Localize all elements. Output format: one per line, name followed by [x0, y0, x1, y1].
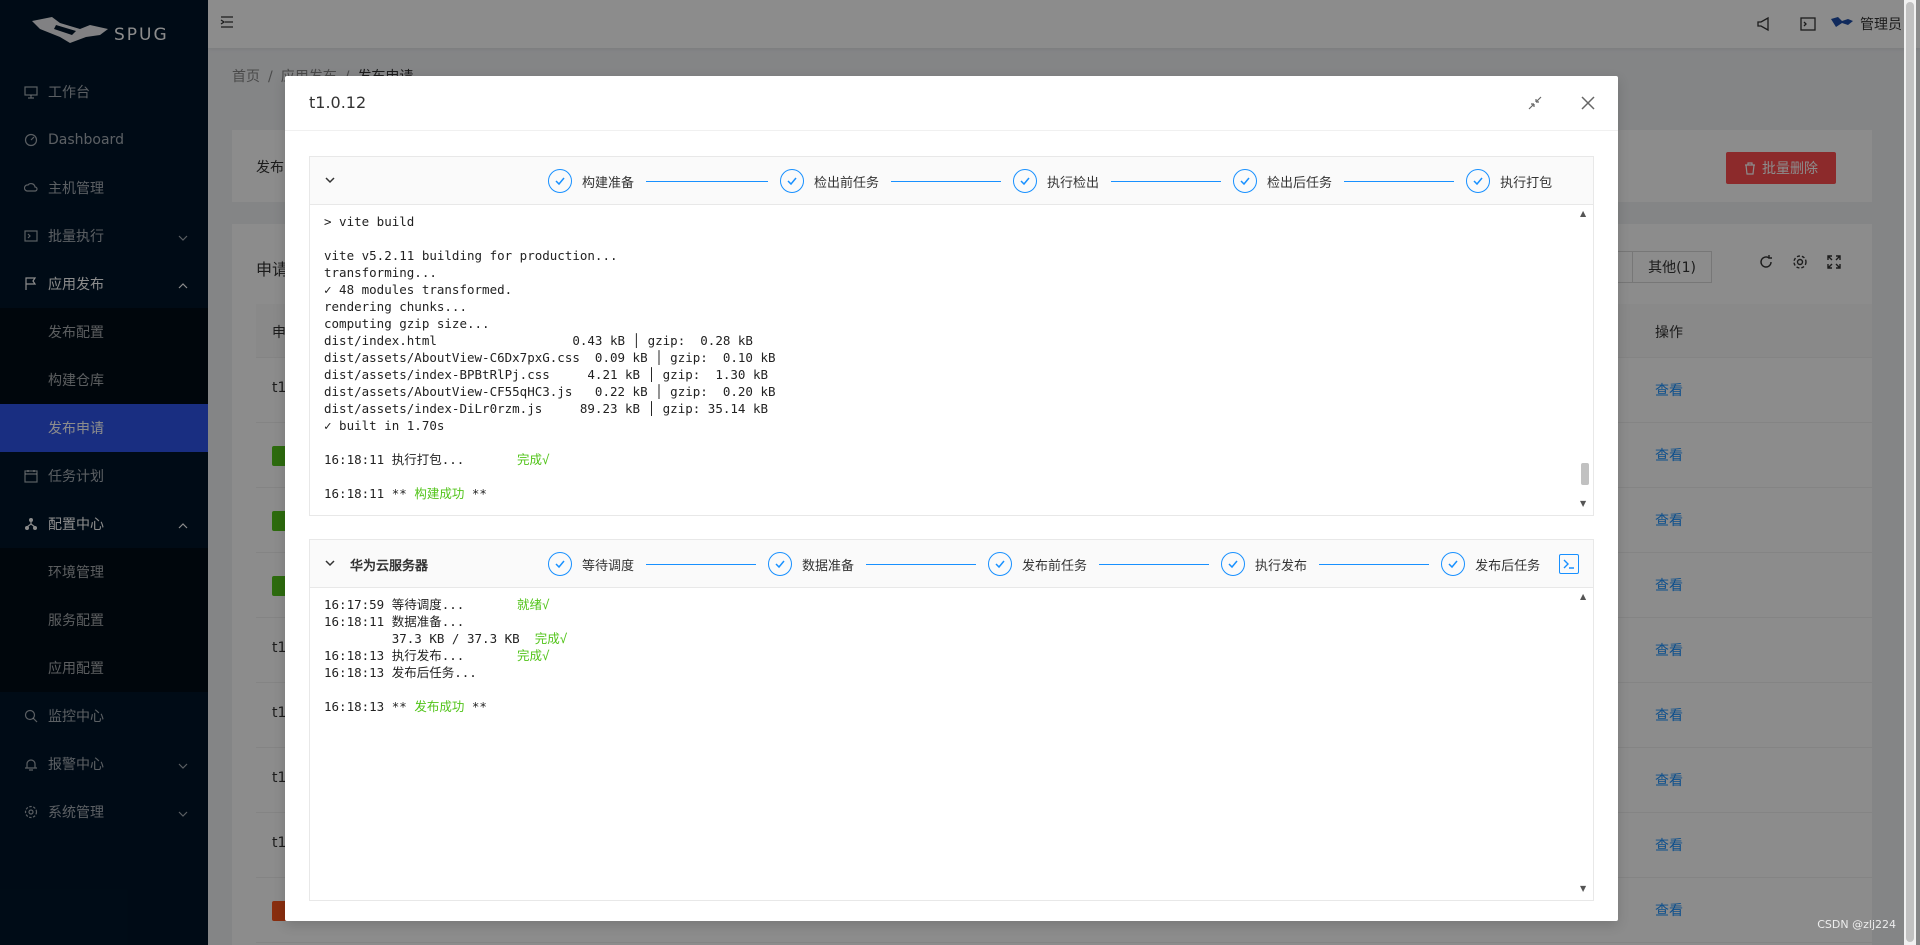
step-connector [1099, 563, 1210, 565]
check-icon [1441, 552, 1466, 576]
log-line: ✓ built in 1.70s [324, 418, 445, 433]
step-item: 执行检出 [1013, 169, 1099, 193]
step-item: 数据准备 [768, 552, 854, 576]
check-icon [1221, 552, 1246, 576]
step-item: 检出后任务 [1233, 169, 1332, 193]
build-steps: 构建准备 检出前任务 执行检出 检出后任务 执行打包 [548, 169, 1580, 193]
log-line: > vite build [324, 214, 415, 229]
log-status: 完成√ [534, 631, 568, 646]
check-icon [780, 169, 805, 193]
page-scrollbar[interactable] [1904, 0, 1916, 945]
step-connector [1319, 563, 1430, 565]
watermark: CSDN @zlj224 [1817, 918, 1896, 931]
deploy-panel: 华为云服务器 等待调度 数据准备 发布前任务 执行发布 发布后任务 16:17:59 等… [309, 539, 1594, 901]
step-label: 检出前任务 [814, 175, 880, 191]
exit-fullscreen-icon[interactable] [1528, 96, 1542, 110]
log-line: rendering chunks... [324, 299, 467, 314]
log-line: dist/index.html 0.43 kB │ gzip: 0.28 kB [324, 333, 753, 348]
log-status: 就绪√ [517, 597, 550, 612]
step-label: 数据准备 [802, 558, 855, 574]
step-connector [646, 563, 757, 565]
log-line: vite v5.2.11 building for production... [324, 248, 618, 263]
deploy-log: 16:17:59 等待调度... 就绪√ 16:18:11 数据准备... 37.… [310, 588, 1593, 900]
step-connector [891, 180, 1002, 182]
check-icon [548, 552, 572, 576]
check-icon [988, 552, 1013, 576]
log-line: computing gzip size... [324, 316, 490, 331]
step-item: 执行打包 [1466, 169, 1552, 193]
step-item: 等待调度 [548, 552, 634, 576]
log-status: 发布成功 [414, 699, 465, 714]
check-icon [1466, 169, 1491, 193]
step-label: 执行检出 [1047, 175, 1100, 191]
log-line: 16:18:13 ** 发布成功 ** [324, 699, 487, 714]
log-line: 16:17:59 等待调度... 就绪√ [324, 597, 550, 612]
check-icon [1233, 169, 1258, 193]
log-line: ✓ 48 modules transformed. [324, 282, 513, 297]
close-icon[interactable] [1580, 95, 1596, 111]
build-panel: 构建准备 检出前任务 执行检出 检出后任务 执行打包 > vite build vite … [309, 156, 1594, 516]
step-label: 发布后任务 [1475, 558, 1541, 574]
step-connector [866, 563, 977, 565]
log-status: 构建成功 [414, 486, 465, 501]
log-line: transforming... [324, 265, 437, 280]
step-connector [1344, 180, 1455, 182]
log-line: 16:18:11 ** 构建成功 ** [324, 486, 487, 501]
log-line: dist/assets/index-BPBtRlPj.css 4.21 kB │… [324, 367, 769, 382]
build-panel-header[interactable]: 构建准备 检出前任务 执行检出 检出后任务 执行打包 [310, 157, 1593, 205]
log-line: 16:18:13 执行发布... 完成√ [324, 648, 550, 663]
build-log-scrollbar[interactable]: ▲ ▼ [1578, 209, 1592, 511]
chevron-down-icon[interactable] [324, 174, 336, 186]
check-icon [768, 552, 793, 576]
log-line: 16:18:13 发布后任务... [324, 665, 477, 680]
deploy-steps: 等待调度 数据准备 发布前任务 执行发布 发布后任务 [548, 552, 1555, 576]
step-item: 执行发布 [1221, 552, 1307, 576]
step-label: 执行发布 [1255, 558, 1308, 574]
log-line: dist/assets/AboutView-C6Dx7pxG.css 0.09 … [324, 350, 776, 365]
log-status: 完成√ [517, 452, 550, 467]
step-label: 检出后任务 [1267, 175, 1333, 191]
step-connector [646, 180, 769, 182]
check-icon [1013, 169, 1038, 193]
deploy-detail-modal: t1.0.12 构建准备 检出前任务 执行检出 检出后任务 执行打包 > vite bu… [285, 76, 1618, 921]
step-item: 构建准备 [548, 169, 634, 193]
step-connector [1111, 180, 1222, 182]
step-label: 等待调度 [582, 558, 635, 574]
log-line: dist/assets/index-DiLr0rzm.js 89.23 kB │… [324, 401, 769, 416]
log-line: dist/assets/AboutView-CF55qHC3.js 0.22 k… [324, 384, 776, 399]
step-item: 检出前任务 [780, 169, 879, 193]
step-label: 构建准备 [582, 175, 635, 191]
modal-header: t1.0.12 [285, 76, 1618, 131]
step-label: 执行打包 [1500, 175, 1553, 191]
deploy-panel-header[interactable]: 华为云服务器 等待调度 数据准备 发布前任务 执行发布 发布后任务 [310, 540, 1593, 588]
host-name: 华为云服务器 [350, 559, 429, 574]
web-terminal-icon[interactable] [1559, 554, 1579, 574]
log-line: 37.3 KB / 37.3 KB 完成√ [324, 631, 568, 646]
log-status: 完成√ [517, 648, 550, 663]
modal-title: t1.0.12 [309, 93, 367, 112]
chevron-down-icon[interactable] [324, 557, 336, 569]
step-label: 发布前任务 [1022, 558, 1088, 574]
log-line: 16:18:11 数据准备... [324, 614, 465, 629]
log-line: 16:18:11 执行打包... 完成√ [324, 452, 550, 467]
build-log: > vite build vite v5.2.11 building for pr… [310, 205, 1593, 515]
step-item: 发布前任务 [988, 552, 1087, 576]
check-icon [548, 169, 572, 193]
deploy-log-scrollbar[interactable]: ▲ ▼ [1578, 592, 1592, 896]
step-item: 发布后任务 [1441, 552, 1540, 576]
